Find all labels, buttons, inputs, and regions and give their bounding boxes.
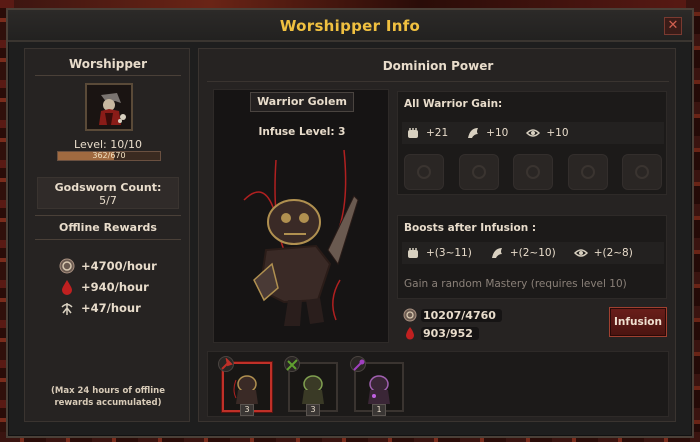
boost-strength-value: +(3~11) [426, 247, 472, 259]
title-bar: Worshipper Info ✕ [8, 10, 692, 42]
worshipper-avatar [85, 83, 133, 131]
gold-resource: 10207/4760 [403, 307, 502, 323]
blood-resource: 903/952 [403, 325, 479, 341]
gold-coin-icon [403, 308, 417, 322]
gain-agility: +10 [466, 126, 508, 140]
boost-stats: +(3~11) +(2~10) +(2~8) [402, 242, 664, 264]
warrior-golem-art [243, 149, 359, 326]
close-button[interactable]: ✕ [664, 17, 682, 35]
blood-value: 903/952 [421, 326, 479, 340]
wing-icon [491, 248, 502, 258]
xp-text: 362/670 [92, 151, 126, 160]
empty-slot-row [404, 154, 662, 190]
mastery-text: Gain a random Mastery (requires level 10… [404, 278, 627, 290]
reward-blood-text: +940/hour [81, 280, 149, 294]
all-warrior-gain-box: All Warrior Gain: +21 +10 +10 [397, 91, 667, 195]
gold-coin-icon [59, 258, 75, 274]
mage-golem-portrait [368, 375, 390, 404]
boosts-label: Boosts after Infusion : [404, 222, 537, 234]
reward-row-gold: +4700/hour [59, 257, 157, 275]
warrior-golem-card[interactable]: 3 [218, 356, 272, 416]
all-warrior-gain-label: All Warrior Gain: [404, 98, 503, 110]
empty-slot [622, 154, 662, 190]
divider [207, 81, 669, 82]
fist-icon [408, 248, 418, 258]
boost-strength: +(3~11) [406, 246, 472, 260]
gain-perception: +10 [526, 126, 569, 140]
xp-bar: 362/670 [57, 151, 161, 161]
ranger-golem-portrait [302, 375, 324, 404]
reward-gold-text: +4700/hour [81, 259, 157, 273]
reward-row-blood: +940/hour [59, 278, 149, 296]
gain-strength-value: +21 [426, 127, 449, 139]
gain-agility-value: +10 [486, 127, 509, 139]
wing-icon [468, 128, 479, 138]
eye-icon [573, 249, 588, 257]
boost-perception: +(2~8) [573, 246, 633, 260]
empty-slot [404, 154, 444, 190]
card-count: 3 [306, 404, 320, 416]
window-title: Worshipper Info [279, 17, 421, 35]
divider [35, 239, 181, 240]
offline-rewards-title: Offline Rewards [59, 221, 157, 234]
level-text: Level: 10/10 [74, 138, 142, 151]
card-count: 1 [372, 404, 386, 416]
worshipper-header: Worshipper [68, 57, 147, 71]
infusion-button[interactable]: Infusion [609, 307, 667, 337]
empty-slot [458, 154, 499, 190]
golem-display: Warrior Golem Infuse Level: 3 [213, 89, 389, 343]
eye-icon [526, 129, 541, 137]
bone-icon [61, 303, 73, 315]
dominion-power-header: Dominion Power [382, 59, 494, 73]
divider [35, 75, 181, 76]
offline-note: (Max 24 hours of offline rewards accumul… [50, 386, 165, 408]
infuse-level: Infuse Level: 3 [258, 126, 346, 138]
divider [35, 215, 181, 216]
golem-name: Warrior Golem [250, 92, 354, 112]
warrior-golem-portrait [233, 375, 258, 404]
boost-agility-value: +(2~10) [509, 247, 556, 259]
gold-value: 10207/4760 [421, 308, 502, 322]
boost-agility: +(2~10) [490, 246, 556, 260]
mage-golem-card[interactable]: 1 [350, 356, 404, 416]
gain-perception-value: +10 [546, 127, 569, 139]
empty-slot [513, 154, 553, 190]
all-gain-stats: +21 +10 +10 [402, 122, 664, 144]
golem-selection-tray: 3 3 1 [207, 351, 669, 417]
boost-perception-value: +(2~8) [593, 247, 633, 259]
boosts-after-infusion-box: Boosts after Infusion : +(3~11) +(2~10) … [397, 215, 667, 299]
card-count: 3 [240, 404, 254, 416]
godsworn-value: 5/7 [99, 194, 117, 207]
godsworn-count-box: Godsworn Count: 5/7 [37, 177, 179, 209]
reward-row-bone: +47/hour [59, 299, 141, 317]
blood-drop-icon [62, 280, 72, 295]
reward-bone-text: +47/hour [81, 301, 141, 315]
fist-icon [408, 128, 418, 138]
worshipper-info-window: Worshipper Info ✕ Worshipper Level: 10/1… [6, 8, 694, 438]
godsworn-label: Godsworn Count: [54, 181, 162, 194]
blood-drop-icon [406, 327, 414, 340]
dominion-power-panel: Dominion Power Warrior Golem Infuse Leve… [198, 48, 676, 422]
background-top-edge [0, 0, 700, 8]
empty-slot [567, 154, 608, 190]
worshipper-panel: Worshipper Level: 10/10 362/670 Godsworn… [24, 48, 190, 422]
ranger-golem-card[interactable]: 3 [284, 356, 338, 416]
gain-strength: +21 [406, 126, 448, 140]
